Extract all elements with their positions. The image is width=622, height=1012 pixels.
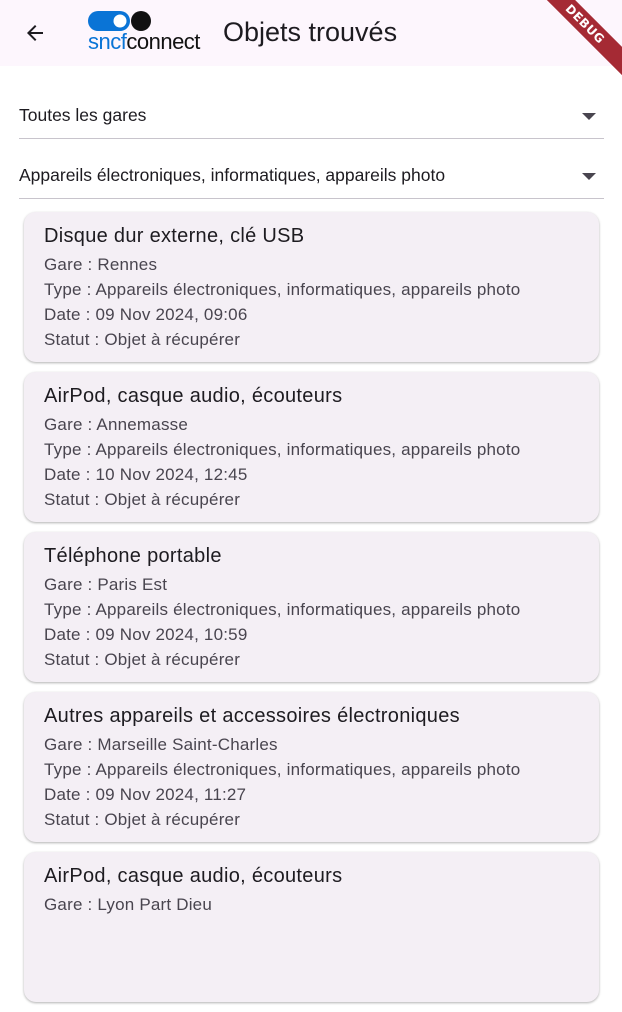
page-title: Objets trouvés (223, 17, 398, 47)
back-button[interactable] (14, 12, 56, 54)
logo-wordmark-sncf: sncf (88, 29, 127, 54)
category-dropdown[interactable]: Appareils électroniques, informatiques, … (19, 154, 604, 199)
found-item-card[interactable]: Autres appareils et accessoires électron… (24, 692, 599, 842)
item-station: Gare : Annemasse (44, 415, 188, 434)
found-item-card[interactable]: AirPod, casque audio, écouteurs Gare : A… (24, 372, 599, 522)
found-item-card[interactable]: Disque dur externe, clé USB Gare : Renne… (24, 212, 599, 362)
dropdown-caret-icon (582, 113, 596, 120)
item-title: Téléphone portable (44, 545, 222, 567)
item-status: Statut : Objet à récupérer (44, 330, 241, 349)
logo-wordmark: sncfconnect (88, 31, 200, 53)
item-status: Statut : Objet à récupérer (44, 490, 241, 509)
item-type: Type : Appareils électroniques, informat… (44, 440, 521, 459)
dropdown-caret-icon (582, 173, 596, 180)
item-type: Type : Appareils électroniques, informat… (44, 600, 521, 619)
item-station: Gare : Paris Est (44, 575, 168, 594)
item-station: Gare : Rennes (44, 255, 158, 274)
item-status: Statut : Objet à récupérer (44, 650, 241, 669)
station-dropdown-value: Toutes les gares (19, 105, 147, 125)
found-items-list: Disque dur externe, clé USB Gare : Renne… (24, 212, 599, 1012)
found-item-card[interactable]: AirPod, casque audio, écouteurs Gare : L… (24, 852, 599, 1002)
item-title: Autres appareils et accessoires électron… (44, 705, 460, 727)
found-item-card[interactable]: Téléphone portable Gare : Paris Est Type… (24, 532, 599, 682)
logo-wordmark-connect: connect (126, 29, 200, 54)
item-title: AirPod, casque audio, écouteurs (44, 865, 343, 887)
category-dropdown-value: Appareils électroniques, informatiques, … (19, 165, 446, 185)
station-dropdown[interactable]: Toutes les gares (19, 94, 604, 139)
item-status: Statut : Objet à récupérer (44, 810, 241, 829)
item-type: Type : Appareils électroniques, informat… (44, 280, 521, 299)
arrow-left-icon (27, 25, 43, 41)
item-station: Gare : Lyon Part Dieu (44, 895, 212, 914)
logo-toggle-icon (88, 11, 151, 31)
item-date: Date : 09 Nov 2024, 09:06 (44, 305, 248, 324)
sncf-connect-logo: sncfconnect (88, 11, 212, 53)
item-title: Disque dur externe, clé USB (44, 225, 305, 247)
app-bar: sncfconnect Objets trouvés DEBUG (0, 0, 622, 78)
debug-banner: DEBUG (531, 0, 622, 78)
item-date: Date : 09 Nov 2024, 10:59 (44, 625, 248, 644)
item-station: Gare : Marseille Saint-Charles (44, 735, 278, 754)
item-date: Date : 10 Nov 2024, 12:45 (44, 465, 248, 484)
item-type: Type : Appareils électroniques, informat… (44, 760, 521, 779)
item-date: Date : 09 Nov 2024, 11:27 (44, 785, 247, 804)
item-title: AirPod, casque audio, écouteurs (44, 385, 343, 407)
